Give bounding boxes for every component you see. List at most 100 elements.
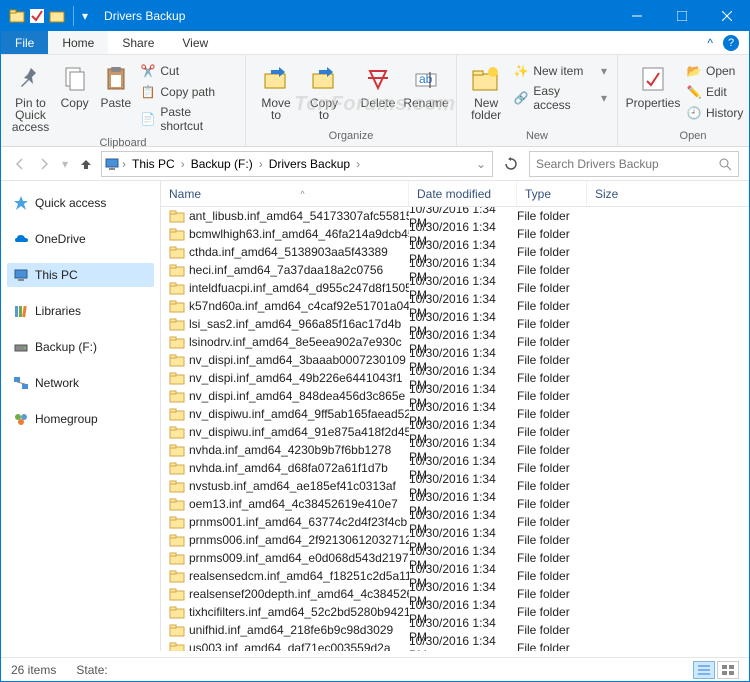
breadcrumb-pc[interactable]: This PC	[128, 157, 179, 171]
edit-button[interactable]: ✏️Edit	[682, 82, 750, 102]
ribbon: TenForums.com Pin to Quick access Copy P…	[1, 55, 749, 147]
nav-quick-access[interactable]: Quick access	[7, 191, 154, 215]
file-rows[interactable]: ant_libusb.inf_amd64_54173307afc5581510/…	[161, 207, 749, 651]
pin-to-quick-access-button[interactable]: Pin to Quick access	[7, 59, 54, 135]
cut-icon: ✂️	[140, 63, 156, 79]
cut-button[interactable]: ✂️Cut	[136, 61, 239, 81]
search-placeholder: Search Drivers Backup	[536, 157, 718, 171]
details-view-button[interactable]	[693, 661, 715, 679]
history-icon: 🕘	[686, 105, 702, 121]
breadcrumb-folder[interactable]: Drivers Backup	[265, 157, 354, 171]
new-folder-icon	[470, 63, 502, 95]
recent-locations-button[interactable]: ▾	[59, 155, 71, 173]
navigation-pane: Quick access OneDrive This PC Libraries …	[1, 181, 161, 651]
easy-access-button[interactable]: 🔗Easy access▾	[509, 82, 611, 114]
column-size[interactable]: Size	[587, 181, 749, 206]
move-to-button[interactable]: Move to	[252, 59, 300, 121]
move-to-icon	[260, 63, 292, 95]
maximize-button[interactable]	[659, 1, 704, 31]
open-icon: 📂	[686, 63, 702, 79]
column-type[interactable]: Type	[517, 181, 587, 206]
menu-bar: File Home Share View ^ ?	[1, 31, 749, 55]
breadcrumb-dropdown-icon[interactable]: ⌄	[472, 157, 490, 171]
rename-button[interactable]: abRename	[402, 59, 450, 121]
quick-access-overflow-icon[interactable]: ▾	[82, 9, 88, 23]
new-item-icon: ✨	[513, 63, 529, 79]
easy-access-icon: 🔗	[513, 90, 529, 106]
copy-path-button[interactable]: 📋Copy path	[136, 82, 239, 102]
nav-this-pc[interactable]: This PC	[7, 263, 154, 287]
delete-icon	[362, 63, 394, 95]
nav-onedrive[interactable]: OneDrive	[7, 227, 154, 251]
group-open-label: Open	[624, 128, 750, 146]
properties-button[interactable]: Properties	[624, 59, 682, 123]
group-new-label: New	[463, 128, 611, 146]
explorer-icon	[9, 8, 25, 24]
back-button[interactable]	[11, 155, 29, 173]
pc-icon	[104, 156, 120, 172]
network-icon	[13, 375, 29, 391]
quick-access-folder-icon[interactable]	[49, 8, 65, 24]
refresh-button[interactable]	[499, 152, 523, 176]
table-row[interactable]: us003.inf_amd64_daf71ec003559d2a10/30/20…	[161, 639, 749, 651]
forward-button[interactable]	[35, 155, 53, 173]
paste-icon	[100, 63, 132, 95]
breadcrumb[interactable]: › This PC› Backup (F:)› Drivers Backup› …	[101, 151, 493, 177]
title-divider	[73, 6, 74, 26]
new-folder-button[interactable]: New folder	[463, 59, 509, 121]
properties-icon	[637, 63, 669, 95]
up-button[interactable]	[77, 155, 95, 173]
ribbon-group-organize: Move to Copy to Delete abRename Organize	[246, 55, 457, 146]
svg-text:ab: ab	[419, 72, 433, 86]
paste-button[interactable]: Paste	[95, 59, 136, 135]
window-title: Drivers Backup	[96, 9, 185, 23]
ribbon-collapse-icon[interactable]: ^	[707, 36, 713, 50]
minimize-button[interactable]	[614, 1, 659, 31]
state-label: State:	[76, 663, 107, 677]
pc-icon	[13, 267, 29, 283]
star-icon	[13, 195, 29, 211]
nav-backup-drive[interactable]: Backup (F:)	[7, 335, 154, 359]
history-button[interactable]: 🕘History	[682, 103, 750, 123]
breadcrumb-drive[interactable]: Backup (F:)	[187, 157, 257, 171]
item-count: 26 items	[11, 663, 56, 677]
search-icon	[718, 157, 732, 171]
edit-icon: ✏️	[686, 84, 702, 100]
menu-share[interactable]: Share	[108, 31, 168, 54]
ribbon-group-new: New folder ✨New item▾ 🔗Easy access▾ New	[457, 55, 618, 146]
content-area: Quick access OneDrive This PC Libraries …	[1, 181, 749, 651]
column-date[interactable]: Date modified	[409, 181, 517, 206]
column-headers: Name^ Date modified Type Size	[161, 181, 749, 207]
menu-home[interactable]: Home	[48, 31, 108, 54]
search-input[interactable]: Search Drivers Backup	[529, 151, 739, 177]
column-name[interactable]: Name^	[161, 181, 409, 206]
copy-to-button[interactable]: Copy to	[300, 59, 348, 121]
thumbnails-view-button[interactable]	[717, 661, 739, 679]
drive-icon	[13, 339, 29, 355]
menu-file[interactable]: File	[1, 31, 48, 54]
menu-view[interactable]: View	[168, 31, 222, 54]
homegroup-icon	[13, 411, 29, 427]
quick-access-checkbox-icon[interactable]	[29, 8, 45, 24]
copy-path-icon: 📋	[140, 84, 156, 100]
paste-shortcut-button[interactable]: 📄Paste shortcut	[136, 103, 239, 135]
libraries-icon	[13, 303, 29, 319]
new-item-button[interactable]: ✨New item▾	[509, 61, 611, 81]
copy-to-icon	[308, 63, 340, 95]
copy-button[interactable]: Copy	[54, 59, 95, 135]
status-bar: 26 items State:	[1, 657, 749, 681]
nav-libraries[interactable]: Libraries	[7, 299, 154, 323]
open-button[interactable]: 📂Open▾	[682, 61, 750, 81]
copy-icon	[59, 63, 91, 95]
title-bar: ▾ Drivers Backup	[1, 1, 749, 31]
nav-homegroup[interactable]: Homegroup	[7, 407, 154, 431]
paste-shortcut-icon: 📄	[140, 111, 156, 127]
group-clipboard-label: Clipboard	[7, 135, 239, 153]
nav-network[interactable]: Network	[7, 371, 154, 395]
ribbon-group-clipboard: Pin to Quick access Copy Paste ✂️Cut 📋Co…	[1, 55, 246, 146]
delete-button[interactable]: Delete	[354, 59, 402, 121]
close-button[interactable]	[704, 1, 749, 31]
group-organize-label: Organize	[252, 128, 450, 146]
rename-icon: ab	[410, 63, 442, 95]
help-icon[interactable]: ?	[723, 35, 739, 51]
